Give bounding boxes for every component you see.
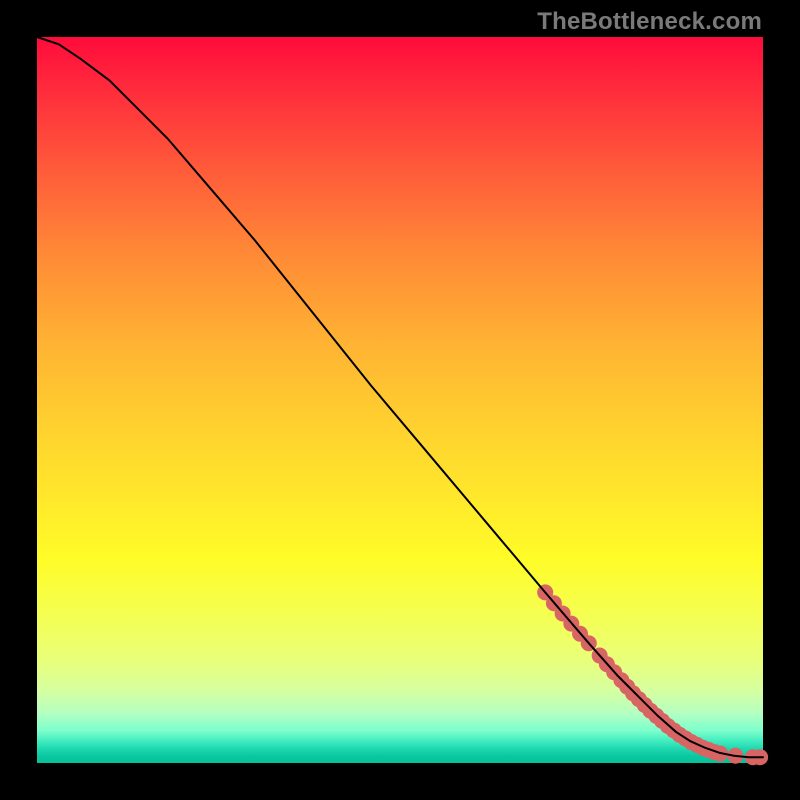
- chart-svg: [37, 37, 763, 763]
- curve-line: [37, 37, 763, 757]
- watermark-text: TheBottleneck.com: [537, 8, 762, 36]
- highlight-dots-layer: [537, 584, 768, 765]
- chart-frame: TheBottleneck.com: [0, 0, 800, 800]
- chart-plot-area: [37, 37, 763, 763]
